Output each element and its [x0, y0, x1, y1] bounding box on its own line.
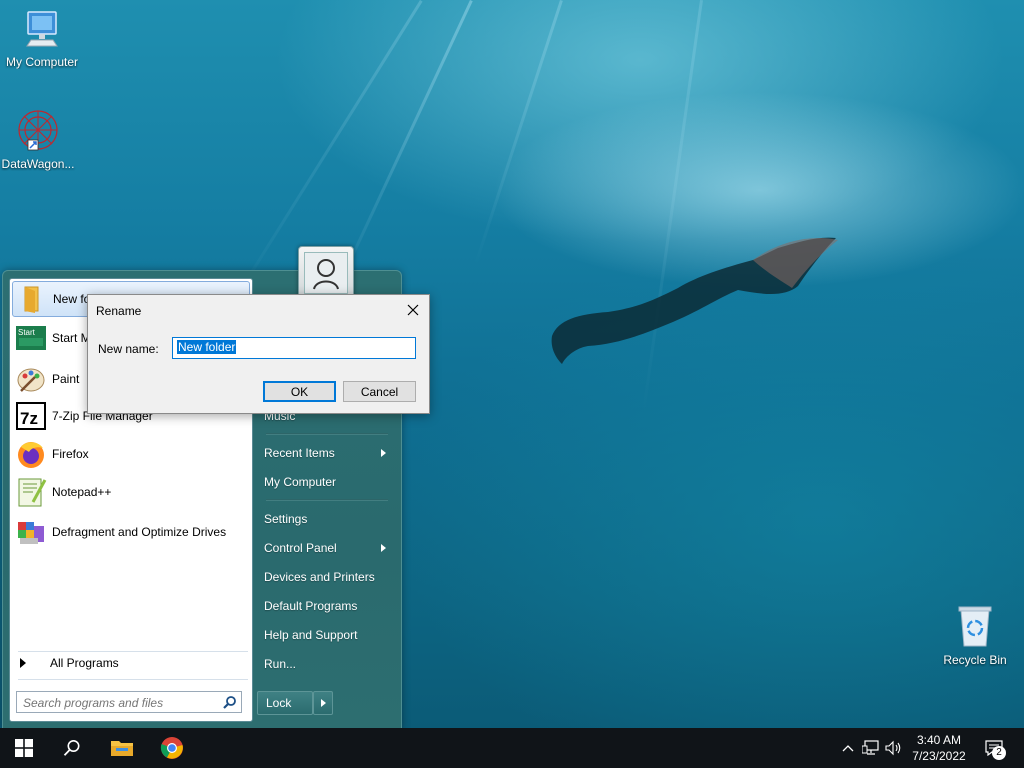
start-right-help-support[interactable]: Help and Support [260, 622, 394, 648]
desktop-icon-datawagon[interactable]: DataWagon... [0, 108, 80, 171]
notepadpp-icon [18, 478, 47, 507]
lock-button[interactable]: Lock [257, 691, 313, 715]
chevron-right-icon [20, 658, 26, 668]
computer-icon [26, 11, 58, 47]
start-right-run[interactable]: Run... [260, 651, 394, 677]
close-icon [407, 304, 419, 316]
taskbar-clock[interactable]: 3:40 AM 7/23/2022 [904, 732, 974, 764]
7zip-icon: 7z [16, 402, 46, 430]
folder-icon [24, 286, 39, 313]
submenu-arrow-icon [381, 449, 386, 457]
taskbar-chrome[interactable] [148, 728, 196, 768]
cancel-button[interactable]: Cancel [343, 381, 416, 402]
network-icon [862, 740, 879, 755]
start-item-label: Firefox [52, 447, 89, 461]
my-computer-label: My Computer [264, 475, 337, 489]
paint-icon [17, 368, 45, 392]
desktop-icon-label: My Computer [5, 55, 79, 69]
separator [266, 433, 388, 435]
start-item-label: Defragment and Optimize Drives [52, 524, 227, 539]
start-right-recent-items[interactable]: Recent Items [260, 440, 394, 466]
start-item-notepadpp[interactable]: Notepad++ [12, 474, 250, 510]
recycle-bin-icon [958, 606, 992, 647]
taskbar: 3:40 AM 7/23/2022 [0, 728, 1024, 768]
clock-date: 7/23/2022 [912, 749, 966, 763]
start-menu-app-icon: Start [16, 326, 46, 350]
separator [18, 679, 248, 680]
default-programs-label: Default Programs [264, 599, 358, 613]
clock-time: 3:40 AM [916, 733, 962, 747]
help-support-label: Help and Support [264, 628, 358, 642]
file-explorer-icon [111, 741, 133, 756]
new-name-label: New name: [98, 342, 159, 356]
speaker-icon [885, 740, 901, 756]
lock-label: Lock [266, 696, 292, 710]
start-right-devices-printers[interactable]: Devices and Printers [260, 564, 394, 590]
desktop-icon-recycle-bin[interactable]: Recycle Bin [933, 604, 1017, 667]
run-label: Run... [264, 657, 297, 671]
chevron-right-icon [321, 699, 326, 707]
start-item-firefox[interactable]: Firefox [12, 436, 250, 472]
windows-logo-icon [15, 739, 33, 757]
recent-items-label: Recent Items [264, 446, 335, 460]
search-icon [63, 740, 80, 756]
datawagon-icon [18, 110, 58, 151]
start-button[interactable] [0, 728, 48, 768]
taskbar-file-explorer[interactable] [98, 728, 146, 768]
show-hidden-icons-button[interactable] [838, 738, 858, 758]
start-item-label: Paint [52, 372, 80, 386]
start-right-default-programs[interactable]: Default Programs [260, 593, 394, 619]
search-icon[interactable] [223, 695, 237, 709]
separator [266, 499, 388, 501]
desktop-icon-my-computer[interactable]: My Computer [0, 10, 84, 69]
submenu-arrow-icon [381, 544, 386, 552]
new-name-input[interactable]: New folder [172, 337, 416, 359]
desktop-icon-label: Recycle Bin [943, 653, 1007, 667]
notification-count-badge: 2 [992, 746, 1006, 760]
svg-text:7z: 7z [20, 409, 38, 428]
volume-tray-button[interactable] [884, 738, 904, 758]
start-item-defrag[interactable]: Defragment and Optimize Drives [12, 513, 250, 551]
search-input[interactable] [21, 693, 221, 713]
network-tray-button[interactable] [861, 738, 881, 758]
firefox-icon [18, 442, 44, 468]
desktop-icon-label: DataWagon... [1, 157, 75, 171]
chevron-up-icon [842, 745, 854, 752]
start-right-settings[interactable]: Settings [260, 506, 394, 532]
all-programs-button[interactable]: All Programs [12, 651, 250, 675]
user-avatar[interactable] [298, 246, 354, 300]
settings-label: Settings [264, 512, 308, 526]
devices-printers-label: Devices and Printers [264, 570, 375, 584]
start-right-my-computer[interactable]: My Computer [260, 469, 394, 495]
dialog-title: Rename [96, 304, 142, 318]
chrome-icon [160, 737, 183, 759]
rename-dialog: Rename New name: New folder OK Cancel [87, 294, 430, 414]
search-box[interactable] [16, 691, 242, 713]
dialog-close-button[interactable] [397, 295, 429, 325]
ok-button[interactable]: OK [263, 381, 336, 402]
swimmer-image [551, 237, 838, 364]
all-programs-label: All Programs [50, 656, 119, 670]
start-right-control-panel[interactable]: Control Panel [260, 535, 394, 561]
defrag-icon [18, 522, 44, 544]
new-name-value: New folder [177, 340, 237, 354]
shutdown-options-button[interactable] [313, 691, 333, 715]
taskbar-search-button[interactable] [48, 728, 96, 768]
control-panel-label: Control Panel [264, 541, 337, 555]
svg-text:Start: Start [18, 328, 36, 337]
start-item-label: Notepad++ [52, 485, 112, 499]
user-icon [313, 259, 339, 290]
